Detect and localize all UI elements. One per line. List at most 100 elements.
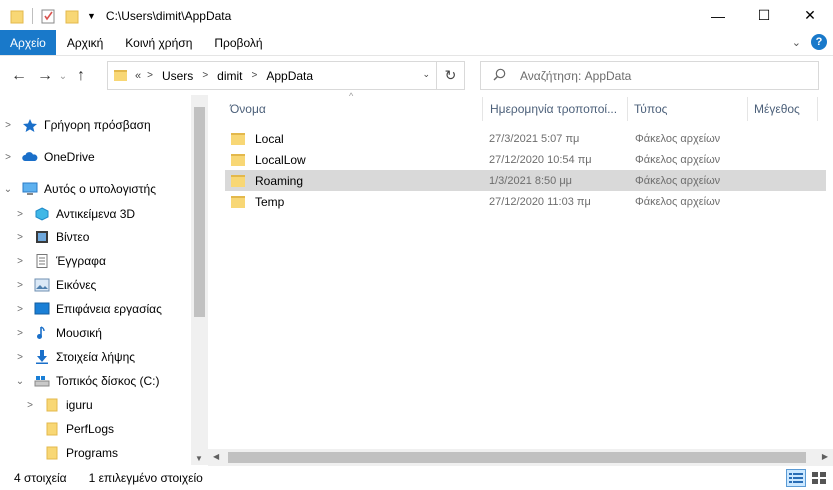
breadcrumb-users[interactable]: Users [162,69,193,83]
search-box [480,61,819,90]
file-row[interactable]: Local 27/3/2021 5:07 πμ Φάκελος αρχείων [225,128,826,149]
nav-pane-scrollbar[interactable]: ▼ [191,95,208,465]
expand-ribbon-icon[interactable]: ⌄ [792,36,801,49]
breadcrumb-overflow[interactable]: « [135,70,141,82]
back-arrow-icon[interactable]: ← [8,67,30,85]
close-button[interactable]: ✕ [787,0,833,31]
nav-item-this-pc[interactable]: ⌄ Αυτός ο υπολογιστής [2,178,156,200]
nav-item-onedrive[interactable]: > OneDrive [2,146,95,168]
file-type: Φάκελος αρχείων [635,132,721,145]
download-icon [34,350,50,364]
nav-item-iguru[interactable]: > iguru [24,394,93,416]
help-icon[interactable]: ? [811,34,827,50]
chevron-right-icon[interactable]: > [252,70,258,81]
navigation-pane: > Γρήγορη πρόσβαση > OneDrive ⌄ Αυτός ο … [0,95,208,465]
column-header-type[interactable]: Τύπος [634,95,667,123]
tab-home[interactable]: Αρχική [56,30,114,55]
scroll-down-arrow-icon[interactable]: ▼ [195,454,203,463]
chevron-right-icon[interactable]: > [14,280,26,291]
sort-ascending-icon: ^ [349,91,354,101]
column-header-size[interactable]: Μέγεθος [754,95,800,123]
chevron-right-icon[interactable]: > [2,152,14,163]
folder-icon [10,8,24,24]
scroll-right-arrow-icon[interactable]: ▶ [822,452,828,461]
up-arrow-icon[interactable]: ↑ [70,67,92,85]
search-input[interactable] [520,68,800,83]
tab-file[interactable]: Αρχείο [0,30,56,55]
nav-item-label: Έγγραφα [56,254,106,268]
recent-locations-icon[interactable]: ⌄ [56,71,70,82]
chevron-right-icon[interactable]: > [14,352,26,363]
quick-access-dropdown-icon[interactable]: ▼ [87,11,96,21]
maximize-button[interactable]: ☐ [741,0,787,31]
nav-item-desktop[interactable]: > Επιφάνεια εργασίας [14,298,162,320]
address-dropdown-icon[interactable]: ⌄ [422,69,430,80]
folder-icon [44,422,60,436]
column-divider[interactable] [482,97,483,121]
horizontal-scroll-thumb[interactable] [228,452,806,463]
large-icons-view-icon[interactable] [809,469,829,487]
nav-item-label: Επιφάνεια εργασίας [56,302,162,316]
nav-pane-scroll-thumb[interactable] [194,107,205,317]
forward-arrow-icon[interactable]: → [34,67,56,85]
drive-icon [34,374,50,388]
file-date: 27/12/2020 10:54 πμ [489,153,592,166]
folder-icon [44,398,60,412]
chevron-right-icon[interactable]: > [2,120,14,131]
nav-item-videos[interactable]: > Βίντεο [14,226,89,248]
address-bar[interactable]: « > Users > dimit > AppData ⌄ ↻ [107,61,465,90]
chevron-right-icon[interactable]: > [14,256,26,267]
desktop-icon [34,302,50,316]
chevron-right-icon[interactable]: > [14,232,26,243]
breadcrumb-dimit[interactable]: dimit [217,69,242,83]
folder-icon [231,195,245,208]
tab-view[interactable]: Προβολή [203,30,273,55]
navigation-bar: ← → ⌄ ↑ « > Users > dimit > AppData ⌄ ↻ [0,57,833,95]
file-type: Φάκελος αρχείων [635,195,721,208]
column-divider[interactable] [817,97,818,121]
new-folder-icon[interactable] [65,8,79,24]
column-divider[interactable] [627,97,628,121]
nav-item-label: Εικόνες [56,278,97,292]
minimize-button[interactable]: — [695,0,741,31]
refresh-icon[interactable]: ↻ [436,62,464,89]
chevron-right-icon[interactable]: > [14,304,26,315]
tab-share[interactable]: Κοινή χρήση [114,30,203,55]
column-header-name[interactable]: Όνομα [230,95,266,123]
chevron-right-icon[interactable]: > [14,328,26,339]
details-view-icon[interactable] [786,469,806,487]
nav-item-3d-objects[interactable]: > Αντικείμενα 3D [14,203,135,225]
file-type: Φάκελος αρχείων [635,153,721,166]
file-date: 27/3/2021 5:07 πμ [489,132,580,145]
chevron-right-icon[interactable]: > [24,400,36,411]
properties-icon[interactable] [41,8,55,24]
chevron-down-icon[interactable]: ⌄ [2,184,14,195]
chevron-right-icon[interactable]: > [202,70,208,81]
chevron-down-icon[interactable]: ⌄ [14,376,26,387]
file-row[interactable]: Temp 27/12/2020 11:03 πμ Φάκελος αρχείων [225,191,826,212]
nav-item-perflogs[interactable]: PerfLogs [24,418,114,440]
file-row[interactable]: LocalLow 27/12/2020 10:54 πμ Φάκελος αρχ… [225,149,826,170]
file-row-selected[interactable]: Roaming 1/3/2021 8:50 μμ Φάκελος αρχείων [225,170,826,191]
nav-item-programs[interactable]: Programs [24,442,118,464]
nav-item-documents[interactable]: > Έγγραφα [14,250,106,272]
computer-icon [22,182,38,196]
search-icon [493,68,506,84]
column-header-date[interactable]: Ημερομηνία τροποποί... [490,95,617,123]
title-bar: ▼ C:\Users\dimit\AppData — ☐ ✕ [0,0,833,31]
nav-item-label: Τοπικός δίσκος (C:) [56,374,160,388]
folder-icon [44,446,60,460]
scroll-left-arrow-icon[interactable]: ◀ [213,452,219,461]
nav-item-pictures[interactable]: > Εικόνες [14,274,96,296]
nav-item-music[interactable]: > Μουσική [14,322,102,344]
chevron-right-icon[interactable]: > [14,209,26,220]
nav-item-quick-access[interactable]: > Γρήγορη πρόσβαση [2,114,151,136]
horizontal-scrollbar[interactable]: ◀ ▶ [208,449,833,466]
column-divider[interactable] [747,97,748,121]
nav-item-local-disk[interactable]: ⌄ Τοπικός δίσκος (C:) [14,370,160,392]
file-name: Roaming [255,173,304,188]
nav-item-downloads[interactable]: > Στοιχεία λήψης [14,346,135,368]
status-bar: 4 στοιχεία 1 επιλεγμένο στοιχείο [0,466,833,490]
breadcrumb-appdata[interactable]: AppData [266,69,313,83]
nav-item-label: PerfLogs [66,422,115,436]
